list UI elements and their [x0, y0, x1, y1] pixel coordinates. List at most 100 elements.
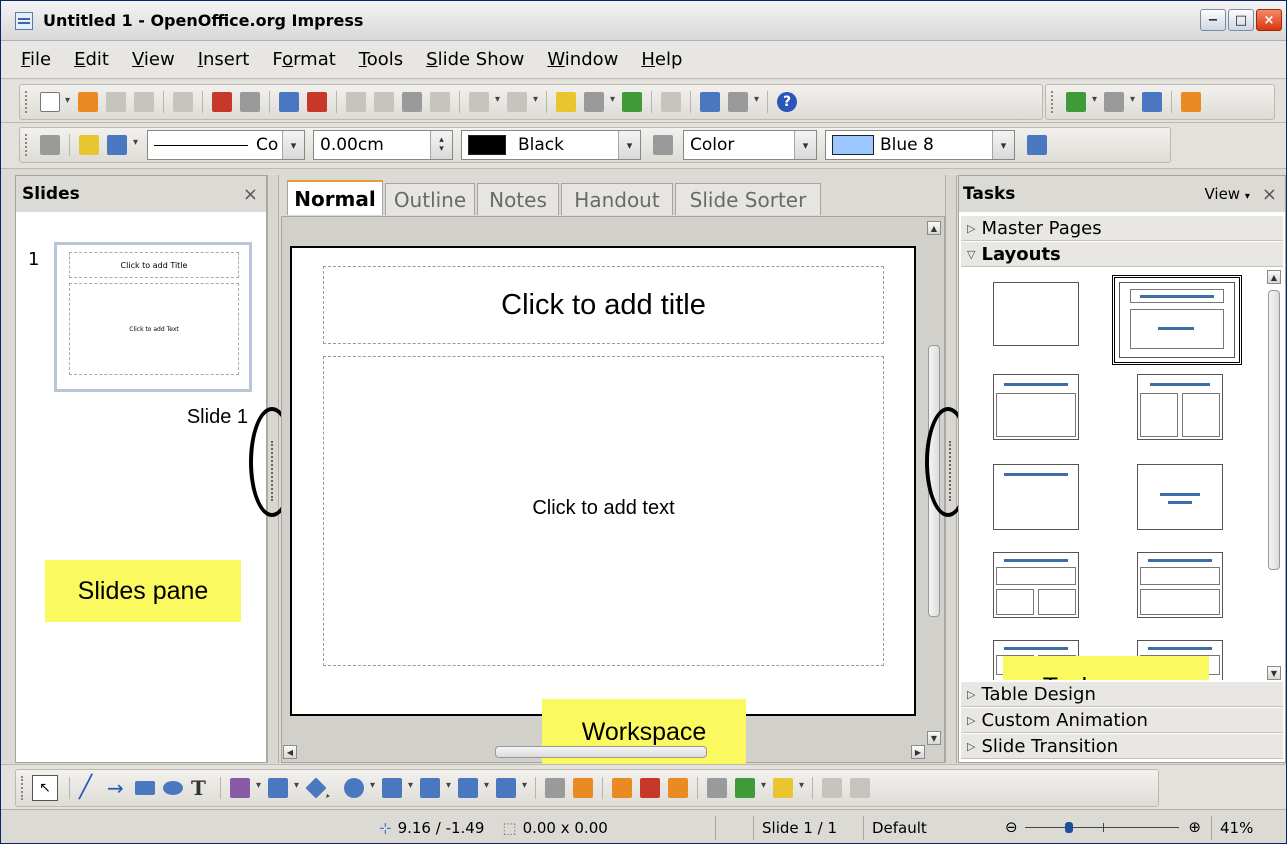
section-custom-animation[interactable]: ▷ Custom Animation	[961, 708, 1283, 733]
slide-show-icon[interactable]	[1181, 92, 1201, 112]
styles-formatting-icon[interactable]	[40, 135, 60, 155]
scroll-up-icon[interactable]: ▲	[1267, 270, 1281, 284]
menu-slide-show[interactable]: Slide Show	[424, 47, 526, 72]
tab-normal[interactable]: Normal	[287, 180, 383, 215]
status-modified[interactable]	[715, 816, 753, 840]
block-arrows-icon[interactable]	[382, 778, 413, 798]
horizontal-scrollbar[interactable]: ◀ ▶	[283, 745, 925, 761]
email-icon[interactable]	[134, 92, 154, 112]
ellipse-tool-icon[interactable]	[163, 781, 183, 795]
zoom-handle[interactable]	[1065, 822, 1073, 833]
stars-icon[interactable]	[496, 778, 527, 798]
tasks-pane-close-icon[interactable]: ×	[1262, 184, 1277, 205]
scroll-left-icon[interactable]: ◀	[283, 745, 297, 759]
menu-view[interactable]: View	[130, 47, 177, 72]
basic-shapes-icon[interactable]	[305, 777, 327, 799]
view-menu-button[interactable]: View ▾	[1204, 185, 1249, 203]
menu-window[interactable]: Window	[545, 47, 620, 72]
area-fill-icon[interactable]	[653, 135, 673, 155]
from-file-icon[interactable]	[640, 778, 660, 798]
section-layouts[interactable]: ▽ Layouts	[961, 242, 1283, 267]
arrange-icon[interactable]	[773, 778, 804, 798]
minimize-button[interactable]: −	[1200, 9, 1226, 31]
layouts-scroll-thumb[interactable]	[1268, 290, 1280, 570]
arrow-style-icon[interactable]	[107, 135, 138, 155]
line-width-field[interactable]: 0.00cm ▴ ▾	[313, 130, 453, 160]
zoom-out-icon[interactable]: ⊖	[1005, 818, 1018, 836]
slide-design-icon[interactable]	[1104, 92, 1135, 112]
layout-title-content-2[interactable]	[993, 374, 1079, 440]
spin-icon[interactable]: ▴ ▾	[430, 131, 452, 159]
connector-tool-icon[interactable]	[268, 778, 299, 798]
points-icon[interactable]	[545, 778, 565, 798]
tab-slide-sorter[interactable]: Slide Sorter	[675, 183, 821, 215]
slide-canvas[interactable]: Click to add title Click to add text Wor…	[290, 246, 916, 765]
navigator-icon[interactable]	[700, 92, 720, 112]
chevron-down-icon[interactable]: ▾	[992, 131, 1014, 159]
shadow-icon[interactable]	[1027, 135, 1047, 155]
alignment-icon[interactable]	[735, 778, 766, 798]
maximize-button[interactable]: □	[1228, 9, 1254, 31]
slide-layout-icon[interactable]	[1142, 92, 1162, 112]
chevron-down-icon[interactable]: ▾	[282, 131, 304, 159]
menu-file[interactable]: File	[19, 47, 53, 72]
copy-icon[interactable]	[374, 92, 394, 112]
curve-tool-icon[interactable]	[230, 778, 261, 798]
open-icon[interactable]	[78, 92, 98, 112]
status-layout[interactable]: Default	[863, 816, 995, 840]
menu-help[interactable]: Help	[639, 47, 684, 72]
horizontal-scroll-thumb[interactable]	[495, 746, 707, 758]
symbol-shapes-icon[interactable]	[344, 778, 375, 798]
fontwork-icon[interactable]	[622, 92, 642, 112]
scroll-down-icon[interactable]: ▼	[927, 731, 941, 745]
slide-icon[interactable]	[1066, 92, 1097, 112]
area-style-select[interactable]: Color ▾	[683, 130, 817, 160]
fontwork-gallery-icon[interactable]	[612, 778, 632, 798]
arrow-tool-icon[interactable]: →	[107, 778, 127, 798]
line-icon[interactable]	[79, 135, 99, 155]
menu-tools[interactable]: Tools	[357, 47, 405, 72]
tab-handout[interactable]: Handout	[561, 183, 673, 215]
zoom-in-icon[interactable]: ⊕	[1188, 818, 1201, 836]
layout-title-content[interactable]	[1112, 275, 1242, 365]
autospellcheck-icon[interactable]	[307, 92, 327, 112]
redo-icon[interactable]	[507, 92, 538, 112]
glue-points-icon[interactable]	[573, 778, 593, 798]
flowcharts-icon[interactable]	[420, 778, 451, 798]
rotate-icon[interactable]	[707, 778, 727, 798]
extrusion-icon[interactable]	[822, 778, 842, 798]
menu-insert[interactable]: Insert	[196, 47, 252, 72]
export-pdf-icon[interactable]	[212, 92, 232, 112]
zoom-icon[interactable]	[728, 92, 759, 112]
close-button[interactable]: ×	[1256, 9, 1282, 31]
slide-thumbnail[interactable]: Click to add Title Click to add Text	[54, 242, 252, 392]
area-color-select[interactable]: Blue 8 ▾	[825, 130, 1015, 160]
tab-notes[interactable]: Notes	[477, 183, 559, 215]
section-slide-transition[interactable]: ▷ Slide Transition	[961, 734, 1283, 759]
layout-blank[interactable]	[993, 282, 1079, 346]
title-placeholder[interactable]: Click to add title	[323, 266, 884, 344]
spellcheck-icon[interactable]	[279, 92, 299, 112]
layout-centered-text[interactable]	[1137, 464, 1223, 530]
menu-edit[interactable]: Edit	[72, 47, 111, 72]
layout-title-2-over-content[interactable]	[1137, 552, 1223, 618]
impress-app-icon[interactable]	[15, 11, 33, 30]
text-tool-icon[interactable]: T	[191, 778, 211, 798]
scroll-up-icon[interactable]: ▲	[927, 221, 941, 235]
save-icon[interactable]	[106, 92, 126, 112]
layout-title-2-content[interactable]	[1137, 374, 1223, 440]
clone-formatting-icon[interactable]	[430, 92, 450, 112]
paste-icon[interactable]	[402, 92, 422, 112]
zoom-slider[interactable]: ⊖ ⊕	[1005, 818, 1201, 838]
edit-file-icon[interactable]	[173, 92, 193, 112]
rectangle-tool-icon[interactable]	[135, 781, 155, 795]
undo-icon[interactable]	[469, 92, 500, 112]
grid-icon[interactable]	[661, 92, 681, 112]
table-icon[interactable]	[584, 92, 615, 112]
chevron-down-icon[interactable]: ▾	[618, 131, 640, 159]
help-icon[interactable]: ?	[777, 92, 797, 112]
status-zoom[interactable]: 41%	[1211, 816, 1281, 840]
callouts-icon[interactable]	[458, 778, 489, 798]
section-table-design[interactable]: ▷ Table Design	[961, 682, 1283, 707]
select-tool-icon[interactable]: ↖	[32, 775, 58, 801]
